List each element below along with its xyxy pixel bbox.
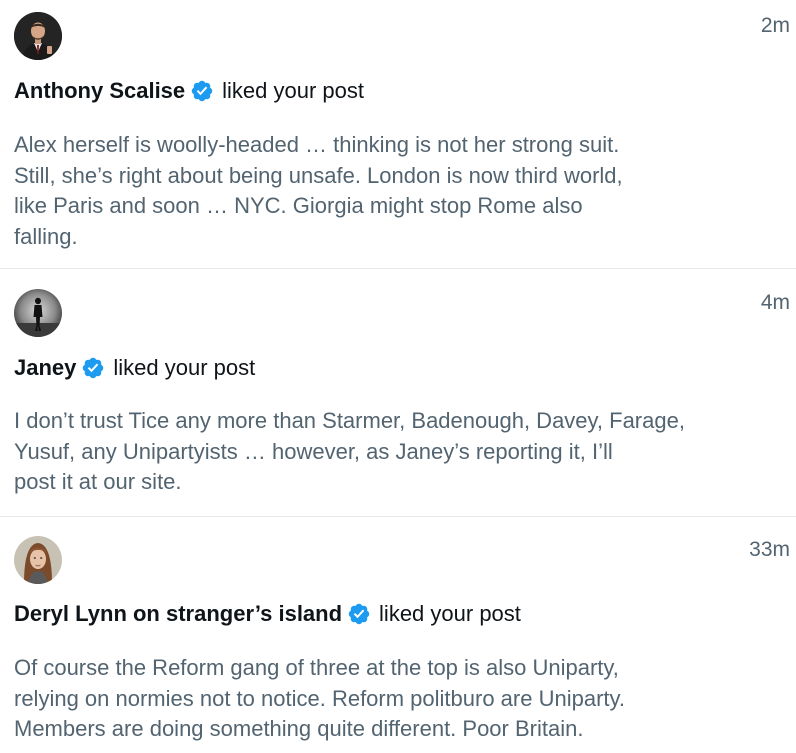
notification-header: Janey liked your post bbox=[14, 355, 255, 381]
avatar[interactable] bbox=[14, 12, 62, 60]
user-name-link[interactable]: Deryl Lynn on stranger’s island bbox=[14, 601, 342, 627]
notification-item[interactable]: 2m Anthony Scalise liked your post Alex … bbox=[0, 0, 796, 269]
notification-header: Deryl Lynn on stranger’s island liked yo… bbox=[14, 601, 521, 627]
notifications-feed: 2m Anthony Scalise liked your post Alex … bbox=[0, 0, 796, 753]
post-text[interactable]: Of course the Reform gang of three at th… bbox=[14, 653, 734, 745]
timestamp: 2m bbox=[760, 14, 790, 37]
verified-badge-icon bbox=[347, 602, 371, 626]
timestamp: 33m bbox=[749, 538, 790, 561]
verified-badge-icon bbox=[190, 79, 214, 103]
post-text[interactable]: Alex herself is woolly-headed … thinking… bbox=[14, 130, 734, 252]
avatar[interactable] bbox=[14, 289, 62, 337]
action-text: liked your post bbox=[113, 355, 256, 380]
avatar[interactable] bbox=[14, 536, 62, 584]
avatar-woman-portrait-icon bbox=[14, 536, 62, 584]
notification-item[interactable]: 33m Deryl Lynn on stranger’s island like… bbox=[0, 517, 796, 753]
avatar-man-suit-icon bbox=[14, 12, 62, 60]
action-text: liked your post bbox=[222, 78, 365, 103]
verified-badge-icon bbox=[81, 356, 105, 380]
notification-item[interactable]: 4m Janey liked your post I don’t trust T… bbox=[0, 269, 796, 517]
user-name-link[interactable]: Anthony Scalise bbox=[14, 78, 185, 104]
notification-header: Anthony Scalise liked your post bbox=[14, 78, 364, 104]
action-text: liked your post bbox=[379, 601, 521, 626]
avatar-silhouette-figure-icon bbox=[14, 289, 62, 337]
user-name-link[interactable]: Janey bbox=[14, 355, 76, 381]
timestamp: 4m bbox=[760, 291, 790, 314]
post-text[interactable]: I don’t trust Tice any more than Starmer… bbox=[14, 406, 734, 498]
